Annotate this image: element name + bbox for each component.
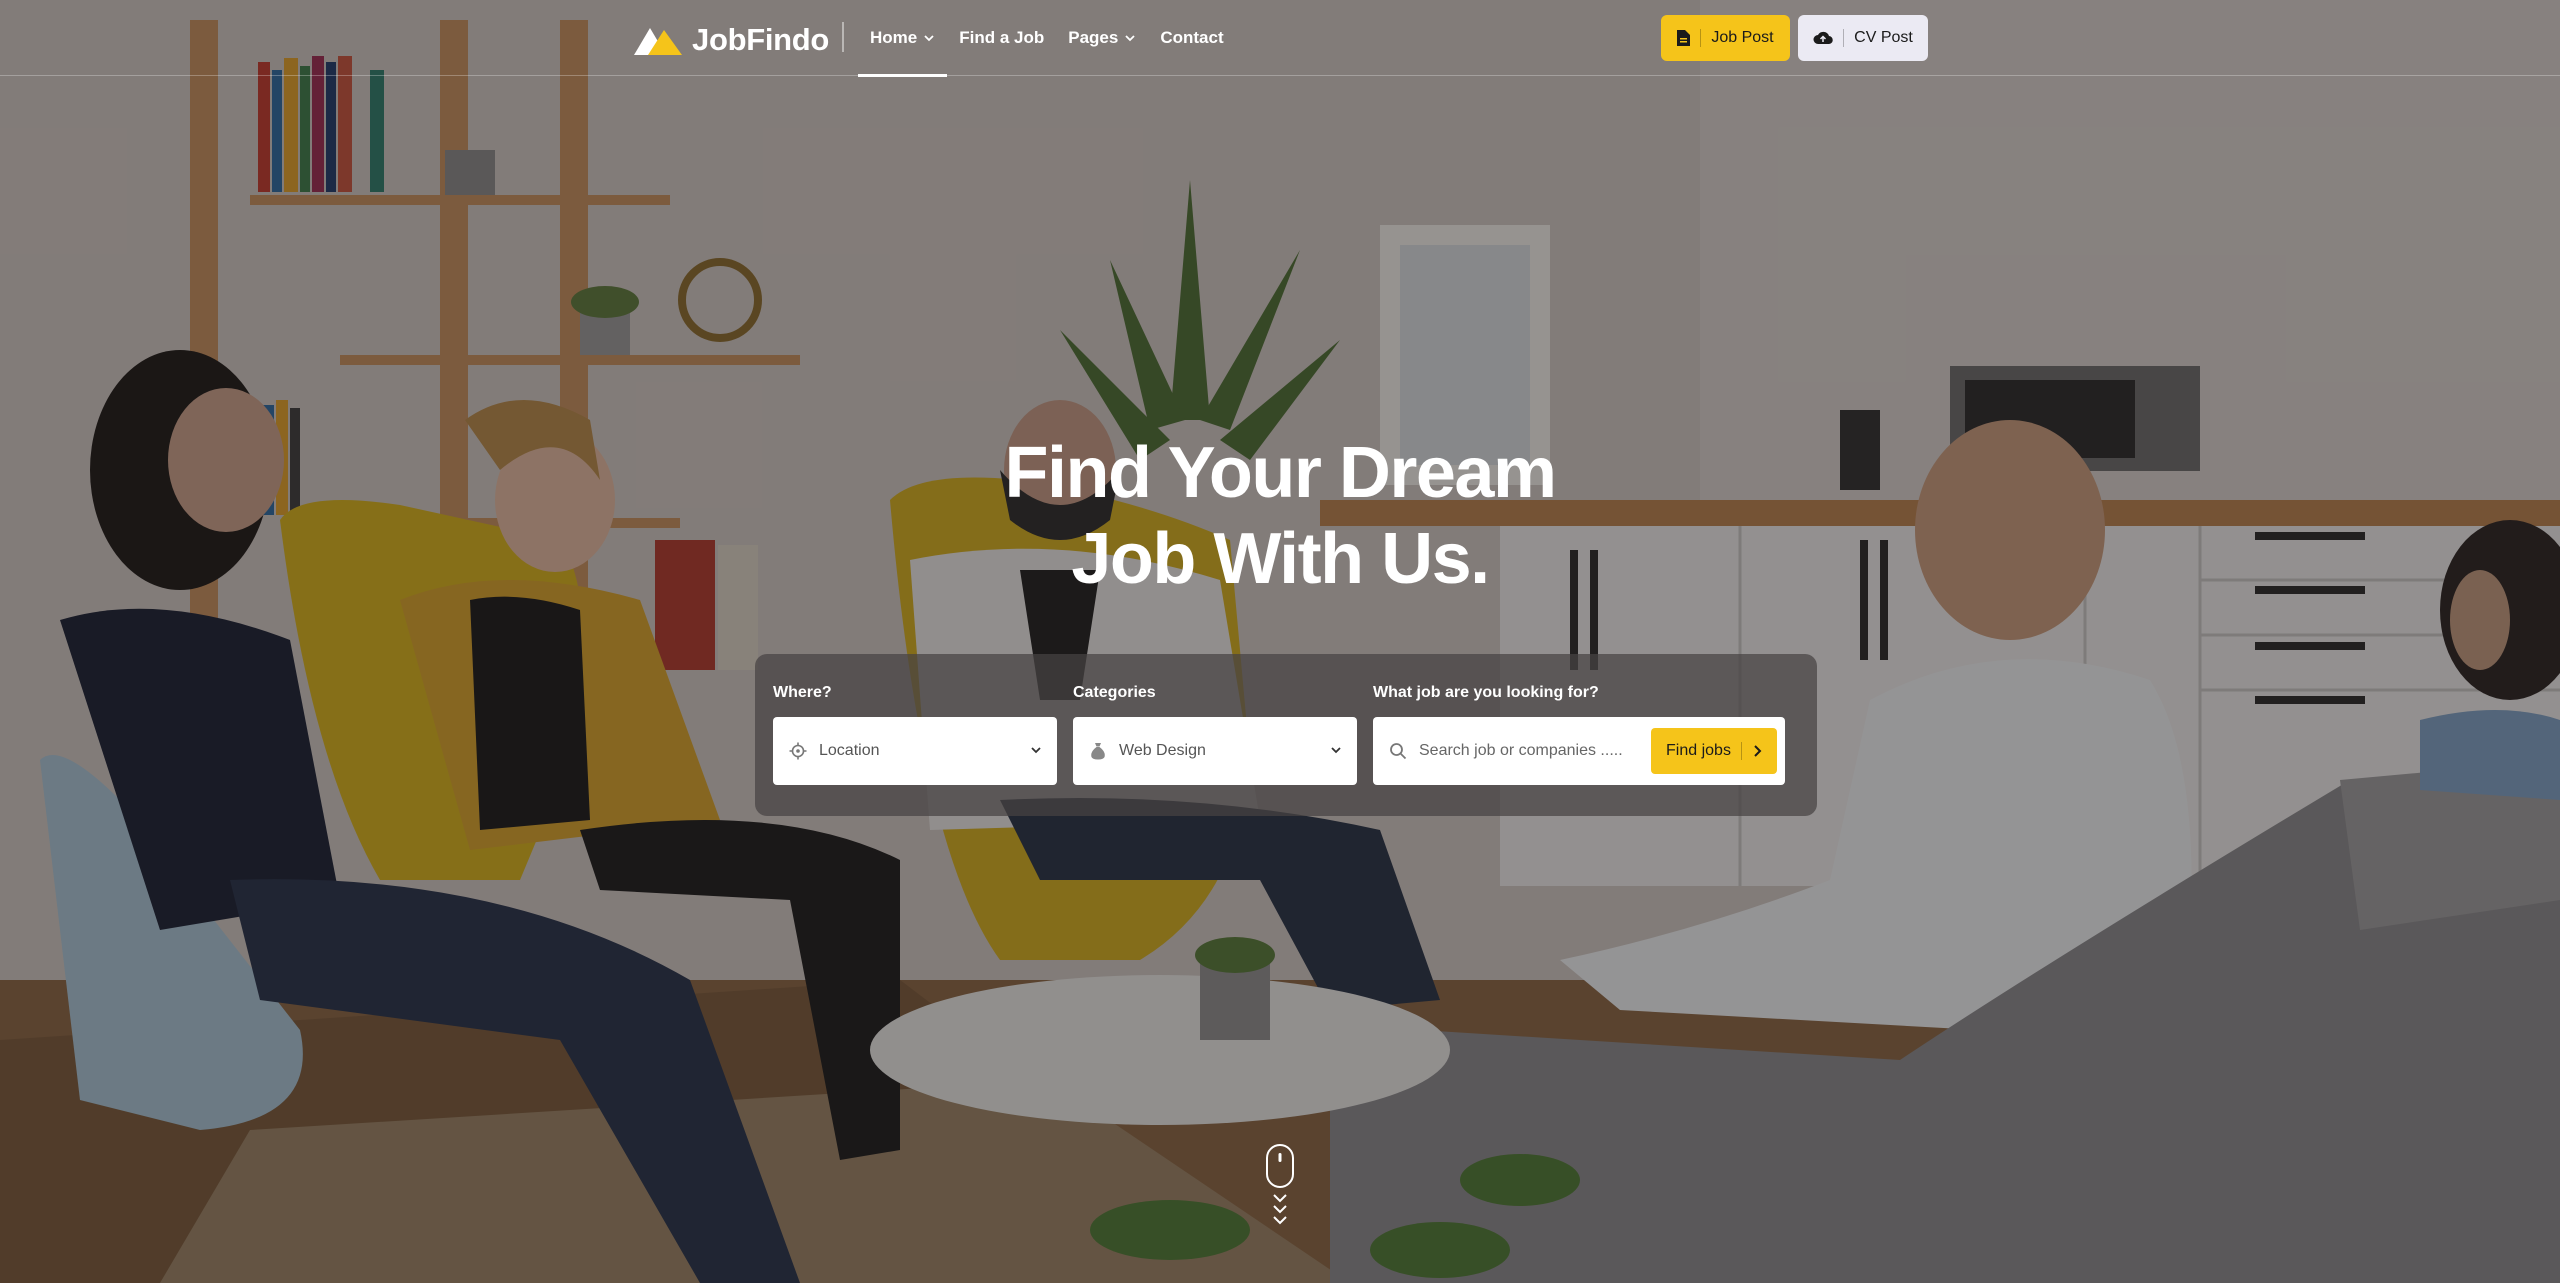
location-target-icon (789, 742, 807, 760)
hero-dark-overlay (0, 0, 2560, 1283)
chevron-down-icon (1031, 747, 1041, 754)
button-separator (1740, 742, 1742, 760)
category-select[interactable]: Web Design (1073, 717, 1357, 785)
cv-post-button[interactable]: CV Post (1798, 15, 1928, 61)
category-value: Web Design (1119, 742, 1206, 759)
find-jobs-label: Find jobs (1666, 742, 1731, 759)
find-jobs-button[interactable]: Find jobs (1651, 728, 1777, 774)
hero-title: Find Your Dream Job With Us. (0, 430, 2560, 602)
job-search-field: Find jobs (1373, 717, 1785, 785)
nav-item-home[interactable]: Home (858, 0, 948, 77)
site-header: JobFindo Home Find a Job Pages Contact J… (0, 0, 2560, 77)
search-icon (1389, 742, 1407, 760)
job-search-input[interactable] (1419, 742, 1639, 760)
button-separator (1843, 29, 1845, 47)
location-value: Location (819, 742, 880, 759)
logo-divider (842, 22, 844, 52)
nav-item-label: Pages (1068, 28, 1119, 47)
job-post-button[interactable]: Job Post (1661, 15, 1790, 61)
hero-title-line-1: Find Your Dream (1004, 433, 1557, 513)
location-select[interactable]: Location (773, 717, 1057, 785)
chevron-down-icon (1331, 747, 1341, 754)
nav-item-label: Contact (1160, 28, 1224, 47)
job-search-panel: Where? Location Categories Web Design Wh… (755, 654, 1817, 816)
query-label: What job are you looking for? (1373, 684, 1599, 701)
chevron-down-icon (1125, 35, 1135, 42)
hero-title-line-2: Job With Us. (1071, 519, 1490, 599)
brand-name: JobFindo (692, 22, 830, 57)
where-label: Where? (773, 684, 832, 701)
button-separator (1700, 29, 1702, 47)
nav-item-pages[interactable]: Pages (1056, 0, 1148, 76)
money-bag-icon (1089, 742, 1107, 760)
job-post-label: Job Post (1711, 29, 1774, 46)
chevron-down-icon (924, 35, 934, 42)
chevron-right-icon (1754, 745, 1762, 757)
logo-mountain-icon (634, 28, 682, 55)
nav-item-find-a-job[interactable]: Find a Job (947, 0, 1056, 76)
cloud-upload-icon (1813, 31, 1833, 45)
categories-label: Categories (1073, 684, 1156, 701)
document-icon (1677, 30, 1691, 46)
nav-item-contact[interactable]: Contact (1148, 0, 1235, 76)
nav-item-label: Home (870, 28, 918, 47)
brand-logo[interactable]: JobFindo (632, 20, 829, 60)
scroll-down-indicator[interactable] (1265, 1143, 1295, 1233)
cv-post-label: CV Post (1854, 29, 1913, 46)
mouse-scroll-icon (1266, 1144, 1294, 1225)
nav-item-label: Find a Job (959, 28, 1045, 47)
main-nav: Home Find a Job Pages Contact (858, 0, 1236, 77)
